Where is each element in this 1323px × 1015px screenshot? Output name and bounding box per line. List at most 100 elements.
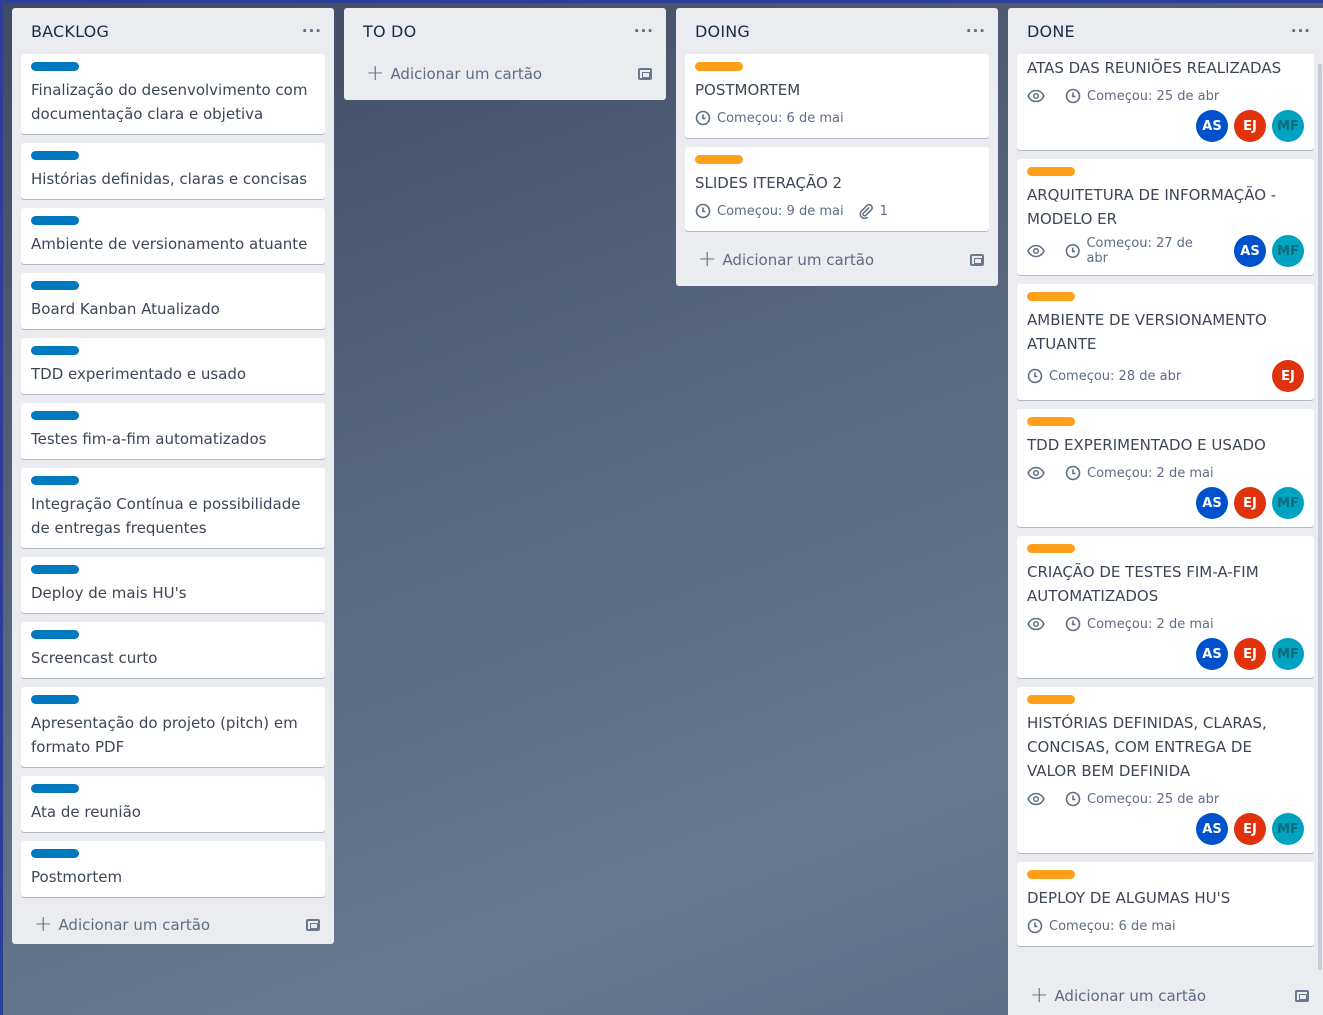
avatar[interactable]: AS [1196,638,1228,670]
card-label[interactable] [1027,167,1075,176]
avatar[interactable]: AS [1196,487,1228,519]
card[interactable]: SLIDES ITERAÇÃO 2 Começou: 9 de mai 1 [685,147,989,231]
add-card-button[interactable]: + Adicionar um cartão [12,906,334,944]
card[interactable]: ARQUITETURA DE INFORMAÇÃO - MODELO ER Com… [1017,159,1314,275]
avatar[interactable]: AS [1196,110,1228,142]
avatar[interactable]: EJ [1234,487,1266,519]
avatar[interactable]: EJ [1234,813,1266,845]
card[interactable]: Ata de reunião [21,776,325,832]
card[interactable]: HISTÓRIAS DEFINIDAS, CLARAS, CONCISAS, C… [1017,687,1314,853]
start-date-badge[interactable]: Começou: 28 de abr [1027,368,1181,384]
avatar[interactable]: AS [1196,813,1228,845]
card-label[interactable] [31,62,79,71]
card[interactable]: POSTMORTEM Começou: 6 de mai [685,54,989,138]
add-card-label: Adicionar um cartão [1054,987,1207,1005]
list-menu-icon[interactable]: ··· [1291,22,1311,40]
card-label[interactable] [1027,544,1075,553]
start-date: Começou: 2 de mai [1087,465,1214,481]
avatar[interactable]: EJ [1272,360,1304,392]
card[interactable]: TDD EXPERIMENTADO E USADO Começou: 2 de m… [1017,409,1314,527]
card-list-scroll[interactable]: ATAS DAS REUNIÕES REALIZADAS Começou: 25 … [1008,54,1323,977]
card[interactable]: Ambiente de versionamento atuante [21,208,325,264]
list-title[interactable]: DONE [1027,22,1075,41]
start-date-badge[interactable]: Começou: 2 de mai [1065,465,1214,481]
avatar[interactable]: AS [1234,235,1266,267]
card-label[interactable] [31,630,79,639]
card-label[interactable] [31,565,79,574]
card-title: Apresentação do projeto (pitch) em forma… [31,714,298,756]
list-title[interactable]: BACKLOG [31,22,109,41]
clock-icon [1065,243,1080,259]
card-label[interactable] [31,784,79,793]
card-title: AMBIENTE DE VERSIONAMENTO ATUANTE [1027,311,1267,353]
card[interactable]: Finalização do desenvolvimento com docum… [21,54,325,134]
card[interactable]: Apresentação do projeto (pitch) em forma… [21,687,325,767]
card-label[interactable] [1027,292,1075,301]
card[interactable]: Integração Contínua e possibilidade de e… [21,468,325,548]
card[interactable]: AMBIENTE DE VERSIONAMENTO ATUANTE Começou… [1017,284,1314,400]
avatar[interactable]: MF [1272,235,1304,267]
start-date-badge[interactable]: Começou: 9 de mai [695,203,844,219]
card[interactable]: Screencast curto [21,622,325,678]
card[interactable]: Postmortem [21,841,325,897]
list-title[interactable]: DOING [695,22,750,41]
list-header: DONE ··· [1008,8,1323,54]
avatar[interactable]: EJ [1234,638,1266,670]
card-label[interactable] [31,476,79,485]
scrollbar[interactable] [1318,64,1322,970]
card-label[interactable] [31,216,79,225]
card[interactable]: DEPLOY DE ALGUMAS HU'S Começou: 6 de mai [1017,862,1314,946]
start-date-badge[interactable]: Começou: 6 de mai [1027,918,1176,934]
avatar[interactable]: MF [1272,638,1304,670]
card-label[interactable] [695,155,743,164]
card-label[interactable] [1027,870,1075,879]
card[interactable]: Histórias definidas, claras e concisas [21,143,325,199]
card-title: Ambiente de versionamento atuante [31,235,308,253]
add-card-button[interactable]: + Adicionar um cartão [344,54,666,100]
add-card-button[interactable]: + Adicionar um cartão [676,240,998,286]
start-date-badge[interactable]: Começou: 27 de abr [1065,236,1214,266]
card[interactable]: TDD experimentado e usado [21,338,325,394]
list-menu-icon[interactable]: ··· [634,22,654,40]
start-date: Começou: 25 de abr [1087,88,1220,104]
card[interactable]: Board Kanban Atualizado [21,273,325,329]
card-title: Integração Contínua e possibilidade de e… [31,495,301,537]
avatar[interactable]: MF [1272,487,1304,519]
card-template-icon[interactable] [306,919,320,931]
card-label[interactable] [31,695,79,704]
start-date: Começou: 25 de abr [1087,791,1220,807]
card-title: TDD EXPERIMENTADO E USADO [1027,436,1266,454]
card[interactable]: Testes fim-a-fim automatizados [21,403,325,459]
avatar[interactable]: MF [1272,110,1304,142]
card-title: Testes fim-a-fim automatizados [31,430,267,448]
start-date-badge[interactable]: Começou: 2 de mai [1065,616,1214,632]
card[interactable]: ATAS DAS REUNIÕES REALIZADAS Começou: 25 … [1017,54,1314,150]
card-template-icon[interactable] [970,254,984,266]
start-date-badge[interactable]: Começou: 6 de mai [695,110,844,126]
watching-badge [1027,466,1051,480]
card-label[interactable] [31,346,79,355]
add-card-button[interactable]: + Adicionar um cartão [1008,977,1323,1015]
card-label[interactable] [31,151,79,160]
avatar[interactable]: EJ [1234,110,1266,142]
card-label[interactable] [695,62,743,71]
card-label[interactable] [31,849,79,858]
plus-icon: + [698,247,717,272]
card[interactable]: CRIAÇÃO DE TESTES FIM-A-FIM AUTOMATIZADO… [1017,536,1314,678]
eye-icon [1027,244,1045,258]
eye-icon [1027,89,1045,103]
card-label[interactable] [1027,695,1075,704]
list-title[interactable]: TO DO [363,22,416,41]
start-date-badge[interactable]: Começou: 25 de abr [1065,791,1219,807]
start-date-badge[interactable]: Começou: 25 de abr [1065,88,1219,104]
avatar[interactable]: MF [1272,813,1304,845]
card-template-icon[interactable] [1295,990,1309,1002]
list-menu-icon[interactable]: ··· [966,22,986,40]
eye-icon [1027,617,1045,631]
card-label[interactable] [31,281,79,290]
card-label[interactable] [1027,417,1075,426]
card-label[interactable] [31,411,79,420]
card-template-icon[interactable] [638,68,652,80]
list-menu-icon[interactable]: ··· [302,22,322,40]
card[interactable]: Deploy de mais HU's [21,557,325,613]
